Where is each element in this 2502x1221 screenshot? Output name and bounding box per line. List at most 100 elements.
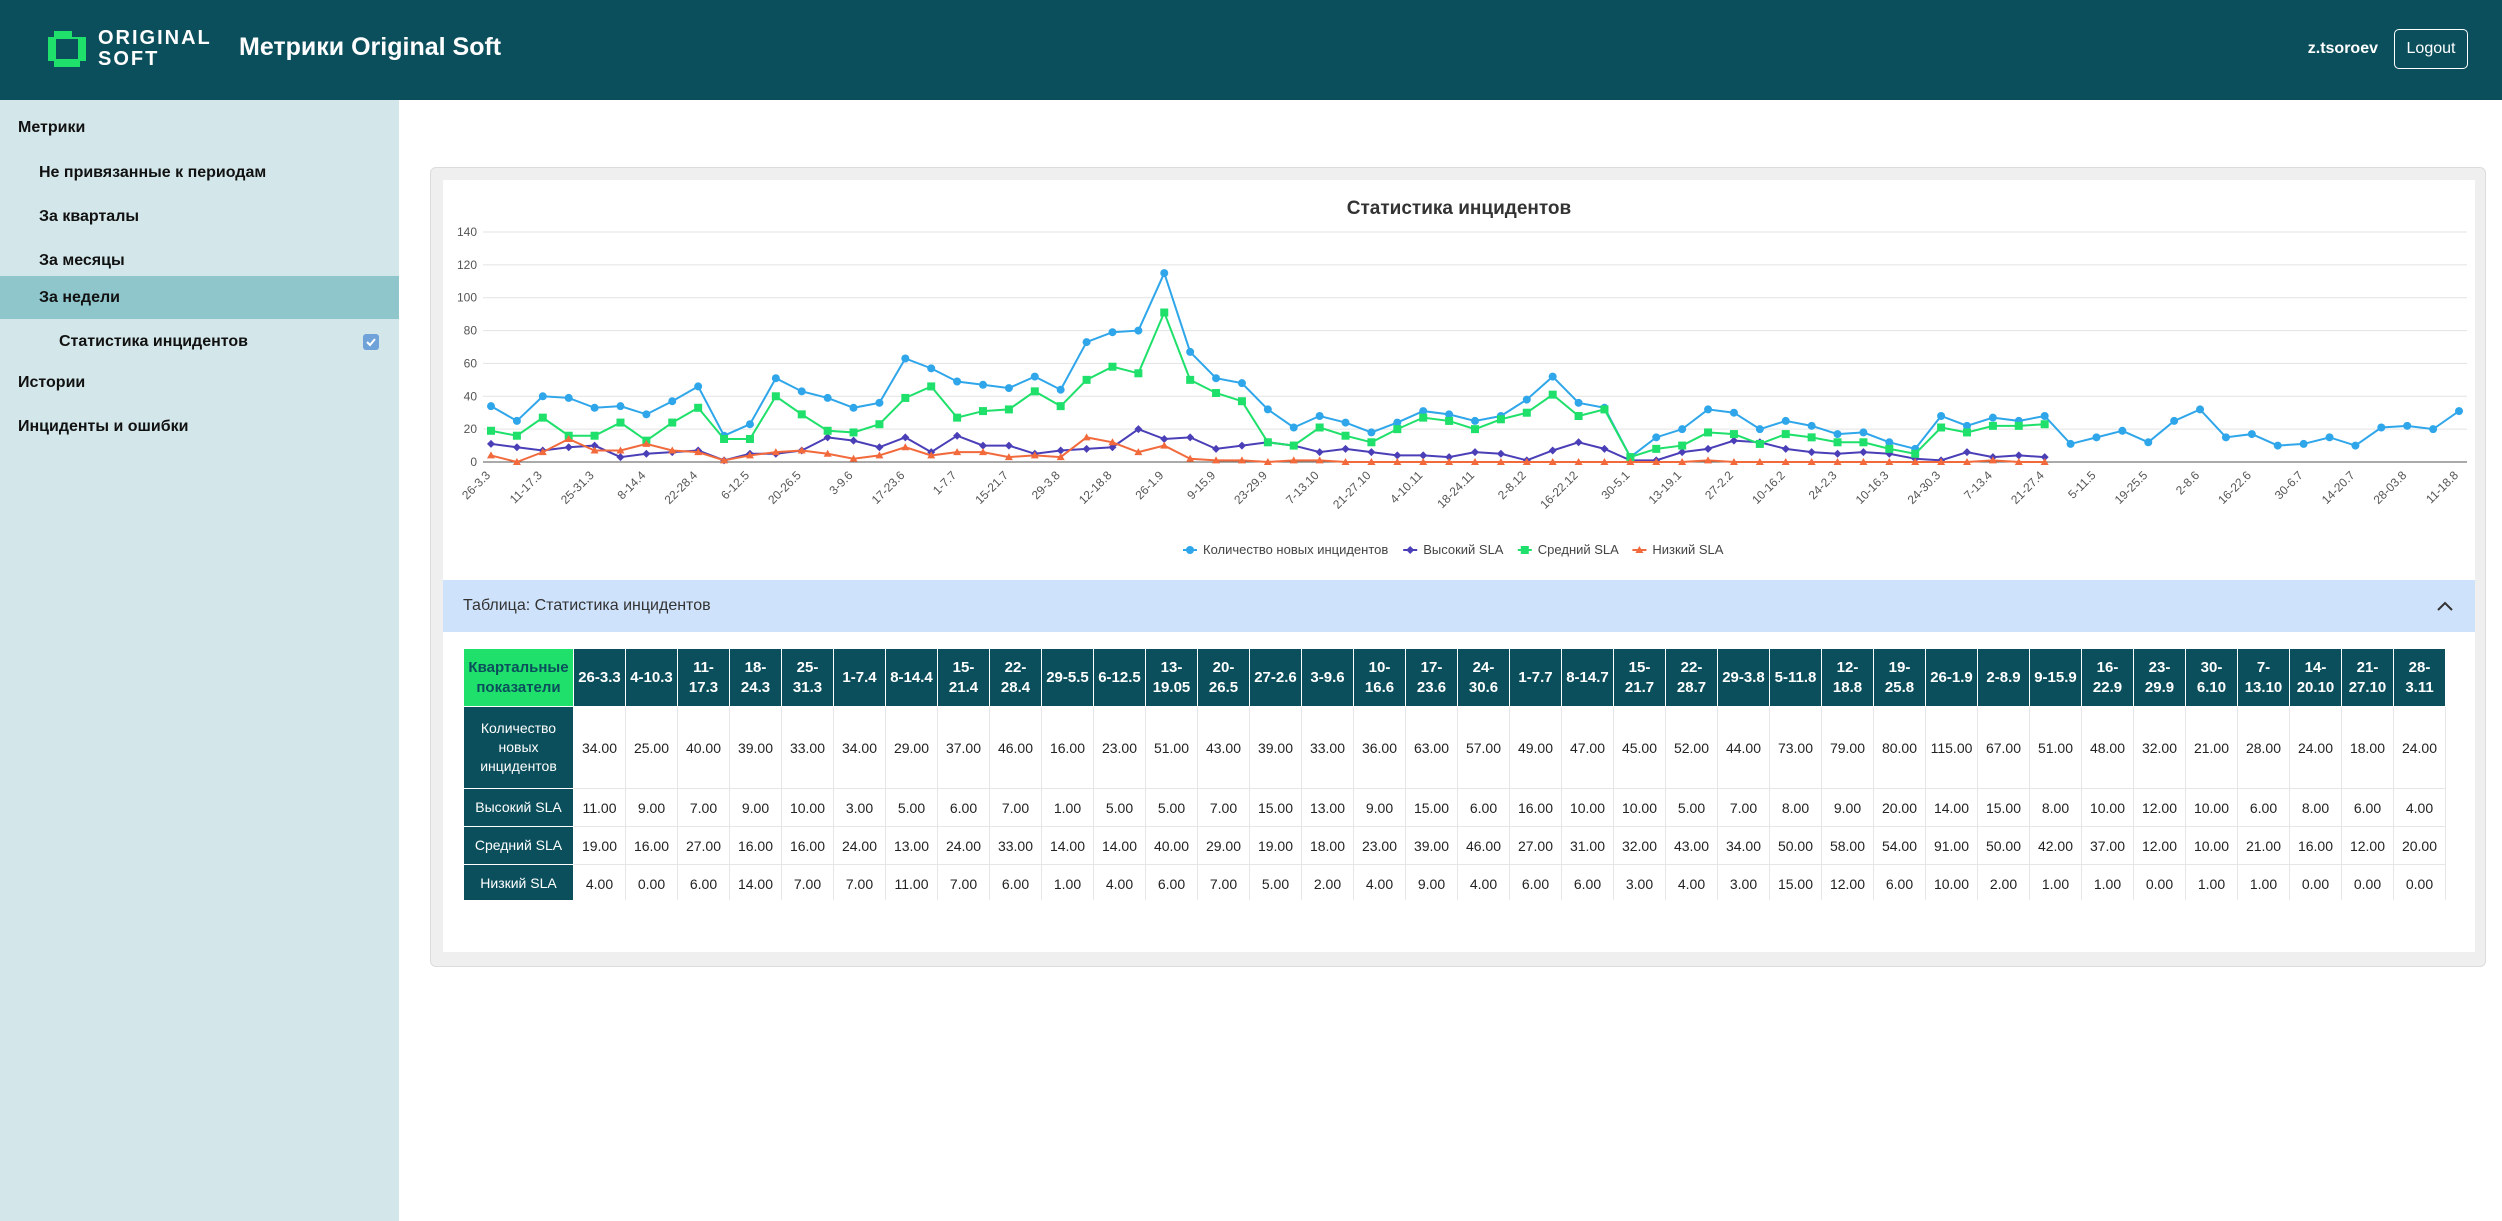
sidebar-item-incident-stats[interactable]: Статистика инцидентов [0,324,399,360]
table-cell: 4.00 [573,864,626,900]
chevron-up-icon[interactable] [2435,596,2455,616]
table-cell: 4.00 [2393,788,2446,827]
table-cell: 33.00 [781,706,834,789]
table-cell: 28.00 [2237,706,2290,789]
table-cell: 6.00 [1873,864,1926,900]
table-cell: 3.00 [1613,864,1666,900]
table-cell: 51.00 [2029,706,2082,789]
data-point [1781,416,1790,425]
table-section-header[interactable]: Таблица: Статистика инцидентов [443,580,2475,632]
logout-button[interactable]: Logout [2394,29,2468,69]
table-cell: 12.00 [2341,826,2394,865]
table-cell: 8.00 [2289,788,2342,827]
data-point [1367,438,1376,447]
column-header: 26-3.3 [573,648,626,707]
row-header: Высокий SLA [463,788,574,827]
data-point [2273,441,2282,450]
column-header: 19-25.8 [1873,648,1926,707]
table-cell: 7.00 [937,864,990,900]
table-cell: 115.00 [1925,706,1978,789]
data-point [720,435,729,443]
logo-line-1: ORIGINAL [98,27,212,49]
data-point [745,420,754,429]
data-point [1315,412,1324,420]
sidebar-item-metrics[interactable]: Метрики [0,108,399,148]
column-header: 15-21.4 [937,648,990,707]
table-cell: 6.00 [2237,788,2290,827]
x-tick-label: 30-6.7 [2272,468,2306,502]
x-tick-label: 26-1.9 [1132,468,1166,502]
y-tick-label: 40 [464,389,478,403]
data-point [849,428,858,437]
data-point [953,413,962,422]
x-tick-label: 16-22.6 [2215,468,2254,507]
x-tick-label: 2-8.6 [2173,468,2202,497]
table-cell: 80.00 [1873,706,1926,789]
table-cell: 50.00 [1769,826,1822,865]
data-point [2403,421,2412,430]
table-cell: 58.00 [1821,826,1874,865]
table-scroll-area[interactable]: Квартальные показатели 26-3.3 4-10.3 11-17.… [463,648,2455,900]
table-cell: 1.00 [1041,788,1094,827]
data-point [771,392,780,401]
table-corner-header: Квартальные показатели [463,648,574,707]
table-cell: 34.00 [1717,826,1770,865]
column-header: 12-18.8 [1821,648,1874,707]
sidebar-item-months[interactable]: За месяцы [0,241,399,281]
legend-label: Низкий SLA [1652,542,1723,557]
column-header: 1-7.4 [833,648,886,707]
column-header: 28-3.11 [2393,648,2446,707]
data-point [849,436,858,445]
data-point [1548,390,1557,399]
data-point [1963,428,1971,437]
table-cell: 11.00 [885,864,938,900]
data-point [487,402,495,411]
data-point [1496,415,1505,424]
table-cell: 18.00 [1301,826,1354,865]
table-cell: 73.00 [1769,706,1822,789]
sidebar-item-unbound-periods[interactable]: Не привязанные к периодам [0,153,399,193]
data-point [797,387,806,396]
x-tick-label: 17-23.6 [869,468,908,507]
data-point [901,354,910,363]
table-cell: 32.00 [1613,826,1666,865]
data-point [1160,308,1169,317]
data-point [1859,428,1868,437]
table-cell: 7.00 [1717,788,1770,827]
table-cell: 27.00 [1509,826,1562,865]
table-cell: 5.00 [1145,788,1198,827]
legend-marker [1186,546,1194,554]
data-point [2196,405,2205,414]
data-point [2299,439,2308,448]
table-cell: 40.00 [1145,826,1198,865]
table-cell: 34.00 [573,706,626,789]
data-point [487,426,495,435]
data-point [1859,438,1868,447]
table-cell: 10.00 [2185,826,2238,865]
table-cell: 45.00 [1613,706,1666,789]
table-cell: 15.00 [1769,864,1822,900]
table-cell: 12.00 [2133,826,2186,865]
sidebar-item-quarters[interactable]: За кварталы [0,197,399,237]
table-cell: 13.00 [1301,788,1354,827]
column-header: 22-28.4 [989,648,1042,707]
data-point [1755,439,1764,448]
data-point [1600,444,1609,453]
table-cell: 6.00 [677,864,730,900]
data-point [1186,433,1195,442]
table-cell: 6.00 [2341,788,2394,827]
company-logo[interactable]: ORIGINAL SOFT [48,28,212,70]
table-cell: 10.00 [1613,788,1666,827]
sidebar-item-stories[interactable]: Истории [0,363,399,403]
data-point [512,443,521,452]
data-point [1082,444,1091,453]
sidebar-item-incidents-errors[interactable]: Инциденты и ошибки [0,407,399,447]
column-header: 8-14.7 [1561,648,1614,707]
data-point [1548,372,1557,381]
table-cell: 39.00 [1249,706,1302,789]
table-cell: 19.00 [573,826,626,865]
sidebar-item-label: Инциденты и ошибки [18,418,189,435]
sidebar-item-weeks[interactable]: За недели [0,276,399,319]
sidebar-item-label: Не привязанные к периодам [39,164,267,181]
table-cell: 11.00 [573,788,626,827]
